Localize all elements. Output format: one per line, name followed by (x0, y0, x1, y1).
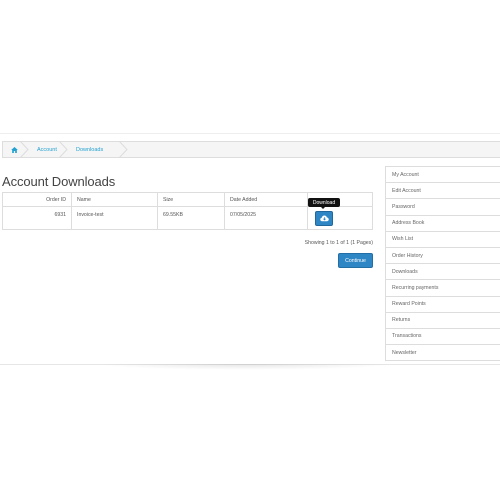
sidebar-item-returns[interactable]: Returns (385, 312, 500, 329)
home-icon (10, 146, 18, 153)
breadcrumb-separator (119, 141, 128, 158)
sidebar-item-reward-points[interactable]: Reward Points (385, 296, 500, 313)
column-header-order-id: Order ID (3, 193, 72, 206)
sidebar-item-edit-account[interactable]: Edit Account (385, 183, 500, 200)
sidebar-item-downloads[interactable]: Downloads (385, 264, 500, 281)
sidebar-item-transactions[interactable]: Transactions (385, 328, 500, 346)
name-cell: Invoice-test (72, 207, 158, 230)
sidebar-item-wish-list[interactable]: Wish List (385, 231, 500, 248)
breadcrumb-item-account[interactable]: Account (25, 141, 68, 158)
sidebar-item-order-history[interactable]: Order History (385, 247, 500, 265)
breadcrumb-label: Downloads (76, 146, 104, 153)
breadcrumb-home[interactable] (3, 141, 29, 158)
sidebar-item-newsletter[interactable]: Newsletter (385, 345, 500, 362)
account-sidebar: My Account Edit Account Password Address… (385, 166, 500, 362)
breadcrumb: Account Downloads (2, 141, 500, 158)
column-header-name: Name (72, 193, 158, 206)
column-header-date-added: Date Added (225, 193, 308, 206)
column-header-size: Size (158, 193, 225, 206)
date-added-cell: 07/05/2025 (225, 207, 308, 230)
header-divider (0, 133, 500, 134)
pagination-results: Showing 1 to 1 of 1 (1 Pages) (304, 240, 373, 246)
order-id-cell: 6931 (3, 207, 72, 230)
download-button[interactable] (315, 211, 333, 226)
page-title: Account Downloads (2, 174, 116, 189)
sidebar-item-recurring-payments[interactable]: Recurring payments (385, 280, 500, 297)
cloud-download-icon (319, 215, 329, 222)
sidebar-item-password[interactable]: Password (385, 199, 500, 216)
section-shadow (95, 364, 395, 370)
tooltip-arrow (321, 207, 325, 209)
breadcrumb-label: Account (37, 146, 57, 153)
continue-button[interactable]: Continue (338, 253, 373, 268)
breadcrumb-item-downloads[interactable]: Downloads (64, 141, 128, 158)
download-tooltip: Download (308, 198, 340, 207)
sidebar-item-my-account[interactable]: My Account (385, 167, 500, 184)
size-cell: 69.55KB (158, 207, 225, 230)
sidebar-item-address-book[interactable]: Address Book (385, 215, 500, 232)
